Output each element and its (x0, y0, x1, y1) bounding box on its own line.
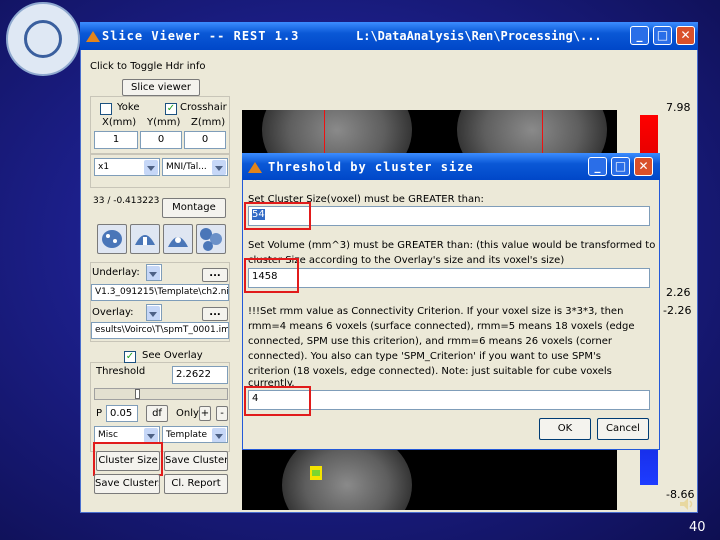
cluster-size-input-highlight (244, 202, 311, 230)
slider-thumb[interactable] (135, 389, 140, 399)
logo-emblem (24, 20, 62, 58)
sagittal-view-button[interactable] (97, 224, 127, 254)
overlay-path-field[interactable]: esults\Voirco\T\spmT_0001.img (91, 322, 229, 339)
coronal-view-button[interactable] (130, 224, 160, 254)
misc-dropdown[interactable]: Misc (94, 426, 160, 443)
x-mm-label: X(mm) (102, 117, 137, 128)
chevron-down-icon (147, 266, 160, 280)
volume-input-highlight (244, 258, 299, 293)
template-btn-label: Template (166, 430, 208, 440)
see-overlay-checkbox[interactable]: ✓ (124, 351, 136, 363)
chevron-down-icon (144, 428, 158, 442)
rmm-input-highlight (244, 386, 311, 416)
misc-value: Misc (98, 430, 118, 440)
volume-input[interactable]: 1458 (248, 268, 650, 288)
voxel-value-text: 33 / -0.413223 (93, 196, 160, 206)
rmm-prompt-line3: connected, SPM use this criterion), and … (248, 336, 612, 347)
underlay-label: Underlay: (92, 267, 140, 278)
slide-page-number: 40 (689, 520, 706, 535)
cluster-size-highlight (93, 442, 163, 476)
dialog-title: Threshold by cluster size (268, 160, 474, 174)
x-coord-field[interactable]: 1 (94, 131, 138, 149)
only-label: Only (176, 408, 199, 419)
template-value: MNI/Tal... (166, 162, 207, 172)
underlay-browse-button[interactable]: ... (202, 268, 228, 282)
slice-viewer-button[interactable]: Slice viewer (122, 79, 200, 96)
rmm-prompt-line1: !!!Set rmm value as Connectivity Criteri… (248, 306, 624, 317)
cluster-blob (312, 470, 320, 476)
zoom-dropdown[interactable]: x1 (94, 158, 160, 176)
underlay-path-field[interactable]: V1.3_091215\Template\ch2.nii (91, 284, 229, 301)
zoom-value: x1 (98, 162, 110, 172)
overlay-dropdown[interactable] (146, 304, 162, 321)
only-positive-button[interactable]: + (199, 406, 211, 421)
chevron-down-icon (147, 306, 160, 320)
colorbar-neg-threshold: -2.26 (663, 304, 692, 317)
brain-triview-icon (200, 228, 222, 251)
template-options-dropdown[interactable]: Template (162, 426, 228, 443)
crosshair-checkbox[interactable]: ✓ (165, 103, 177, 115)
yoke-checkbox[interactable] (100, 103, 112, 115)
cluster-report-button[interactable]: Cl. Report (164, 474, 228, 494)
speaker-icon[interactable] (678, 496, 694, 512)
brain-axial-icon (168, 237, 188, 247)
chevron-down-icon (212, 428, 226, 442)
brain-sagittal-icon (102, 230, 122, 248)
threshold-slider[interactable] (94, 388, 228, 400)
chevron-down-icon (144, 160, 158, 175)
overlay-label: Overlay: (92, 307, 134, 318)
colorbar-max: 7.98 (666, 101, 691, 114)
close-button[interactable]: ✕ (676, 26, 695, 45)
z-coord-field[interactable]: 0 (184, 131, 226, 149)
chevron-down-icon (212, 160, 226, 175)
dialog-minimize-button[interactable]: _ (588, 157, 607, 176)
dialog-maximize-button[interactable]: □ (611, 157, 630, 176)
colorbar-pos-threshold: 2.26 (666, 286, 691, 299)
dialog-close-button[interactable]: ✕ (634, 157, 653, 176)
maximize-button[interactable]: □ (653, 26, 672, 45)
rmm-prompt-line2: rmm=4 means 6 voxels (surface connected)… (248, 321, 635, 332)
yoke-label: Yoke (117, 102, 140, 113)
crosshair-line (324, 110, 325, 155)
university-logo (6, 2, 80, 76)
matlab-icon (86, 31, 100, 42)
y-mm-label: Y(mm) (147, 117, 181, 128)
axial-view-button[interactable] (163, 224, 193, 254)
y-coord-field[interactable]: 0 (140, 131, 182, 149)
save-cluster-button[interactable]: Save Cluster (164, 451, 228, 471)
crosshair-line (542, 110, 543, 155)
brain-coronal-icon (135, 235, 155, 245)
only-negative-button[interactable]: - (216, 406, 228, 421)
tri-view-button[interactable] (196, 224, 226, 254)
cancel-button[interactable]: Cancel (597, 418, 649, 440)
overlay-browse-button[interactable]: ... (202, 307, 228, 321)
underlay-dropdown[interactable] (146, 264, 162, 281)
save-clusters-button[interactable]: Save Clusters (94, 474, 160, 494)
window-path: L:\DataAnalysis\Ren\Processing\... (356, 29, 602, 43)
threshold-label: Threshold (96, 366, 146, 377)
threshold-field[interactable]: 2.2622 (172, 366, 228, 384)
window-title: Slice Viewer -- REST 1.3 (102, 29, 300, 43)
z-mm-label: Z(mm) (191, 117, 226, 128)
crosshair-label: Crosshair (180, 102, 227, 113)
volume-prompt-line1: Set Volume (mm^3) must be GREATER than: … (248, 240, 656, 251)
toggle-hdr-label[interactable]: Click to Toggle Hdr info (90, 61, 205, 72)
matlab-icon (248, 162, 262, 173)
montage-button[interactable]: Montage (162, 198, 226, 218)
ok-button[interactable]: OK (539, 418, 591, 440)
see-overlay-label: See Overlay (140, 350, 205, 361)
template-dropdown[interactable]: MNI/Tal... (162, 158, 228, 176)
p-label: P (96, 408, 103, 419)
rmm-prompt-line5: criterion (18 voxels, edge connected). N… (248, 366, 612, 377)
df-button[interactable]: df (146, 405, 168, 422)
rmm-prompt-line4: connected). You also can type 'SPM_Crite… (248, 351, 601, 362)
p-value-field[interactable]: 0.05 (106, 405, 138, 422)
minimize-button[interactable]: _ (630, 26, 649, 45)
